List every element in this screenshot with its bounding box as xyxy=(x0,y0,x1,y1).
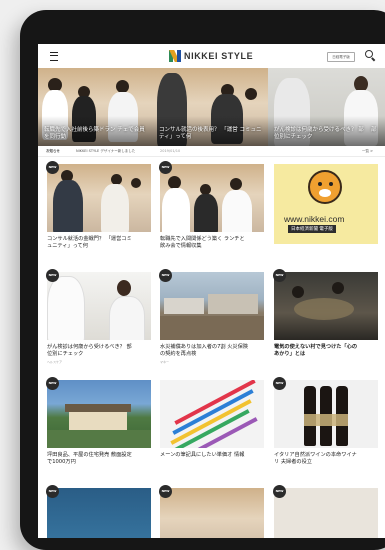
article-thumbnail[interactable] xyxy=(160,272,264,340)
logo-text: NIKKEI STYLE xyxy=(184,51,254,61)
ad-url: www.nikkei.com xyxy=(284,214,345,224)
article-category: マネー xyxy=(160,360,170,364)
notice-more-link[interactable]: 一覧 > xyxy=(362,146,373,156)
notice-date: 2019/01/10 xyxy=(160,149,181,153)
member-button[interactable]: 日経電子版 xyxy=(327,52,355,62)
article-thumbnail[interactable] xyxy=(160,164,264,232)
hero-caption: がん検診は何歳から受けるべき？ 部 部位別にチェック xyxy=(274,127,377,140)
article-card[interactable]: NEW xyxy=(159,485,264,538)
article-card[interactable]: NEW xyxy=(273,485,378,538)
article-thumbnail[interactable] xyxy=(47,164,151,232)
hero-carousel[interactable]: 転職先で入社前後ら築ドラン チェで会員を同行動 コンサル就活の後表用？ 「運営 … xyxy=(38,68,385,146)
article-title[interactable]: 坪田良品、平屋の住宅発売 敷面設定 で1000万円 xyxy=(47,452,151,466)
article-title[interactable]: メーンの筆記具にしたい単価オ 情報 xyxy=(160,452,264,459)
new-badge: NEW xyxy=(273,269,286,282)
notice-label: お知らせ xyxy=(46,149,60,153)
mascot-icon xyxy=(308,170,342,204)
tablet-screen: NIKKEI STYLE 日経電子版 転職先で入社前後ら築ドラン チェで会員を同… xyxy=(38,44,385,538)
new-badge: NEW xyxy=(46,485,59,498)
hamburger-menu-icon[interactable] xyxy=(50,52,58,61)
hero-slide[interactable]: がん検診は何歳から受けるべき？ 部 部位別にチェック xyxy=(268,68,385,146)
hero-caption: コンサル就活の後表用？ 「運営 コミュニティ」って何 xyxy=(159,127,262,140)
new-badge: NEW xyxy=(273,377,286,390)
article-card[interactable]: NEW 坪田良品、平屋の住宅発売 敷面設定 で1000万円 xyxy=(46,377,151,465)
article-title[interactable]: 電気の使えない村で見つけた「心の あかり」とは xyxy=(274,344,378,358)
ad-banner[interactable]: www.nikkei.com 日本経済新聞 電子版 xyxy=(274,164,378,244)
site-header: NIKKEI STYLE 日経電子版 xyxy=(38,44,385,69)
article-title[interactable]: 水災補償ありは加入者の7割 火災保険 の契約を再点検 xyxy=(160,344,264,358)
new-badge: NEW xyxy=(273,485,286,498)
article-card[interactable]: メーンの筆記具にしたい単価オ 情報 xyxy=(160,380,264,458)
article-thumbnail[interactable] xyxy=(160,380,264,448)
article-thumbnail[interactable] xyxy=(274,272,378,340)
article-card[interactable]: NEW xyxy=(46,485,151,538)
article-card[interactable]: NEW 電気の使えない村で見つけた「心の あかり」とは xyxy=(273,269,378,357)
new-badge: NEW xyxy=(46,269,59,282)
article-title[interactable]: 転職先で入間関係どう築く ランチと 飲み会で情報収集 xyxy=(160,236,264,250)
new-badge: NEW xyxy=(159,485,172,498)
article-thumbnail[interactable] xyxy=(47,272,151,340)
search-icon[interactable] xyxy=(365,50,373,58)
article-thumbnail[interactable] xyxy=(274,380,378,448)
site-logo[interactable]: NIKKEI STYLE xyxy=(169,50,253,62)
nikkei-logo-icon xyxy=(169,50,181,62)
article-card[interactable]: NEW コンサル就活の金戦門？ 「運営コミ ュニティ」って何 xyxy=(46,161,151,249)
hero-slide[interactable]: コンサル就活の後表用？ 「運営 コミュニティ」って何 xyxy=(153,68,268,146)
hero-slide[interactable]: 転職先で入社前後ら築ドラン チェで会員を同行動 xyxy=(38,68,153,146)
new-badge: NEW xyxy=(46,161,59,174)
article-card[interactable]: NEW がん検診は何歳から受けるべき？ 部 位別にチェック ヘルスケア xyxy=(46,269,151,364)
article-thumbnail[interactable] xyxy=(47,380,151,448)
article-title[interactable]: コンサル就活の金戦門？ 「運営コミ ュニティ」って何 xyxy=(47,236,151,250)
article-card[interactable]: NEW イタリア自然派ワインの本命ワイナ リ 夫婦者の役立 xyxy=(273,377,378,465)
article-thumbnail[interactable] xyxy=(274,488,378,538)
notice-text[interactable]: NIKKEI STYLE デザイナー新しました xyxy=(76,146,135,156)
article-card[interactable]: NEW 転職先で入間関係どう築く ランチと 飲み会で情報収集 xyxy=(159,161,264,249)
ad-label: 日本経済新聞 電子版 xyxy=(288,225,336,233)
article-category: ヘルスケア xyxy=(47,360,63,364)
notice-bar[interactable]: お知らせ NIKKEI STYLE デザイナー新しました 2019/01/10 … xyxy=(38,146,385,157)
new-badge: NEW xyxy=(159,161,172,174)
article-title[interactable]: イタリア自然派ワインの本命ワイナ リ 夫婦者の役立 xyxy=(274,452,378,466)
ad-card[interactable]: www.nikkei.com 日本経済新聞 電子版 xyxy=(274,164,378,244)
article-card[interactable]: NEW 水災補償ありは加入者の7割 火災保険 の契約を再点検 マネー xyxy=(159,269,264,364)
article-thumbnail[interactable] xyxy=(47,488,151,538)
article-thumbnail[interactable] xyxy=(160,488,264,538)
article-title[interactable]: がん検診は何歳から受けるべき？ 部 位別にチェック xyxy=(47,344,151,358)
new-badge: NEW xyxy=(46,377,59,390)
hero-caption: 転職先で入社前後ら築ドラン チェで会員を同行動 xyxy=(44,127,145,140)
new-badge: NEW xyxy=(159,269,172,282)
